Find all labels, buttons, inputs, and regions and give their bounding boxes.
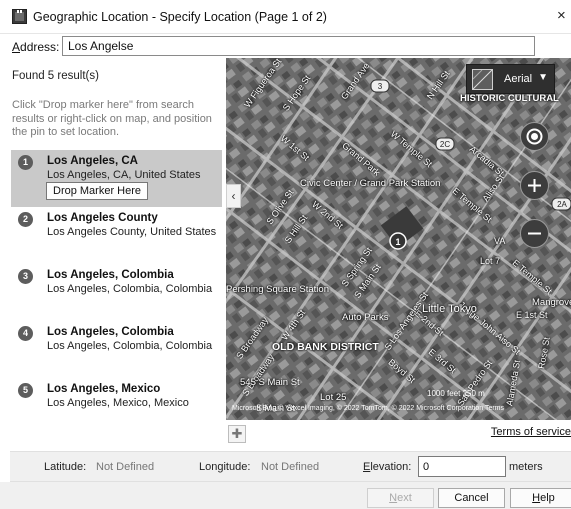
elevation-label: Elevation:	[363, 461, 412, 473]
address-row: Address:	[0, 34, 571, 58]
elevation-input[interactable]	[418, 456, 506, 477]
result-item[interactable]: 4 Los Angeles, Colombia Los Angeles, Col…	[11, 321, 222, 378]
district-label: OLD BANK DISTRICT	[272, 341, 379, 353]
result-detail: Los Angeles County, United States	[47, 226, 217, 238]
result-number-badge: 2	[18, 212, 33, 227]
address-input[interactable]	[62, 36, 535, 56]
district-label: HISTORIC CULTURAL	[460, 93, 559, 104]
result-detail: Los Angeles, Colombia, Colombia	[47, 283, 213, 295]
result-number-badge: 4	[18, 326, 33, 341]
result-number-badge: 1	[18, 155, 33, 170]
result-item[interactable]: 2 Los Angeles County Los Angeles County,…	[11, 207, 222, 264]
route-shield: 2A	[557, 200, 567, 209]
zoom-in-button[interactable]	[520, 171, 549, 200]
place-label: Little Tokyo	[422, 303, 477, 315]
app-icon	[12, 9, 27, 24]
results-count: Found 5 result(s)	[12, 70, 99, 82]
collapse-panel-button[interactable]: ‹	[226, 184, 241, 208]
result-detail: Los Angeles, Mexico, Mexico	[47, 397, 189, 409]
address-label: Address:	[12, 40, 60, 54]
street-label: VA	[494, 236, 506, 246]
zoom-out-button[interactable]	[520, 219, 549, 248]
elevation-unit: meters	[509, 461, 543, 473]
latitude-label: Latitude:	[44, 461, 87, 473]
result-name: Los Angeles, Colombia	[47, 269, 174, 281]
result-item[interactable]: 3 Los Angeles, Colombia Los Angeles, Col…	[11, 264, 222, 321]
locate-me-button[interactable]	[520, 122, 549, 151]
chevron-down-icon: ▼	[538, 72, 548, 83]
coordinates-bar: Latitude: Not Defined Longitude: Not Def…	[10, 451, 571, 482]
map-copyright: Microsoft Bing © Vexcel Imaging, © 2022 …	[232, 405, 504, 412]
cancel-button[interactable]: Cancel	[438, 488, 505, 508]
map-footer: ✚ Terms of service	[226, 420, 571, 450]
route-shield: 2C	[440, 140, 450, 149]
longitude-label: Longitude:	[199, 461, 251, 473]
place-label: Pershing Square Station	[226, 284, 329, 295]
locate-icon	[526, 128, 543, 145]
result-number-badge: 3	[18, 269, 33, 284]
drop-marker-button[interactable]: Drop Marker Here	[46, 182, 149, 200]
instructions-text: Click "Drop marker here" from search res…	[12, 99, 212, 138]
result-detail: Los Angeles, CA, United States	[47, 169, 201, 181]
result-detail: Los Angeles, Colombia, Colombia	[47, 340, 213, 352]
place-label: Civic Center / Grand Park Station	[300, 178, 441, 189]
place-label: Lot 25	[320, 392, 347, 403]
map-style-label: Aerial	[504, 73, 533, 85]
map-style-selector[interactable]: Aerial ▼	[466, 64, 555, 94]
result-name: Los Angeles County	[47, 212, 158, 224]
result-number-badge: 5	[18, 383, 33, 398]
street-label: Lot 7	[480, 256, 501, 266]
results-panel: Found 5 result(s) Click "Drop marker her…	[0, 58, 226, 450]
aerial-thumbnail-icon	[472, 69, 493, 90]
result-name: Los Angeles, Colombia	[47, 326, 174, 338]
place-label: 545 S Main St	[240, 377, 300, 388]
result-name: Los Angeles, Mexico	[47, 383, 161, 395]
help-button[interactable]: Help	[510, 488, 571, 508]
map-view[interactable]: 1 3 2C 2A W Figueroa St S Hope St Grand …	[226, 58, 571, 420]
place-label: Mangrove Lot	[532, 297, 571, 308]
add-pin-icon[interactable]: ✚	[228, 425, 246, 443]
place-label: Auto Parks	[342, 312, 389, 323]
result-item[interactable]: 1 Los Angeles, CA Los Angeles, CA, Unite…	[11, 150, 222, 207]
latitude-value: Not Defined	[96, 461, 155, 473]
close-icon[interactable]: ×	[557, 5, 571, 27]
plus-icon	[528, 179, 541, 192]
next-button[interactable]: Next	[367, 488, 434, 508]
result-item[interactable]: 5 Los Angeles, Mexico Los Angeles, Mexic…	[11, 378, 222, 435]
route-shield: 3	[378, 82, 383, 91]
window-title: Geographic Location - Specify Location (…	[33, 10, 327, 24]
street-label: E 1st St	[516, 310, 548, 320]
title-bar: Geographic Location - Specify Location (…	[0, 0, 571, 34]
minus-icon	[528, 232, 541, 235]
map-pin-label: 1	[395, 237, 400, 247]
longitude-value: Not Defined	[261, 461, 320, 473]
map-scale: 1000 feet 250 m	[427, 389, 485, 398]
terms-of-service-link[interactable]: Terms of service	[491, 426, 571, 438]
result-name: Los Angeles, CA	[47, 155, 138, 167]
dialog-footer: Next Cancel Help	[0, 482, 571, 509]
